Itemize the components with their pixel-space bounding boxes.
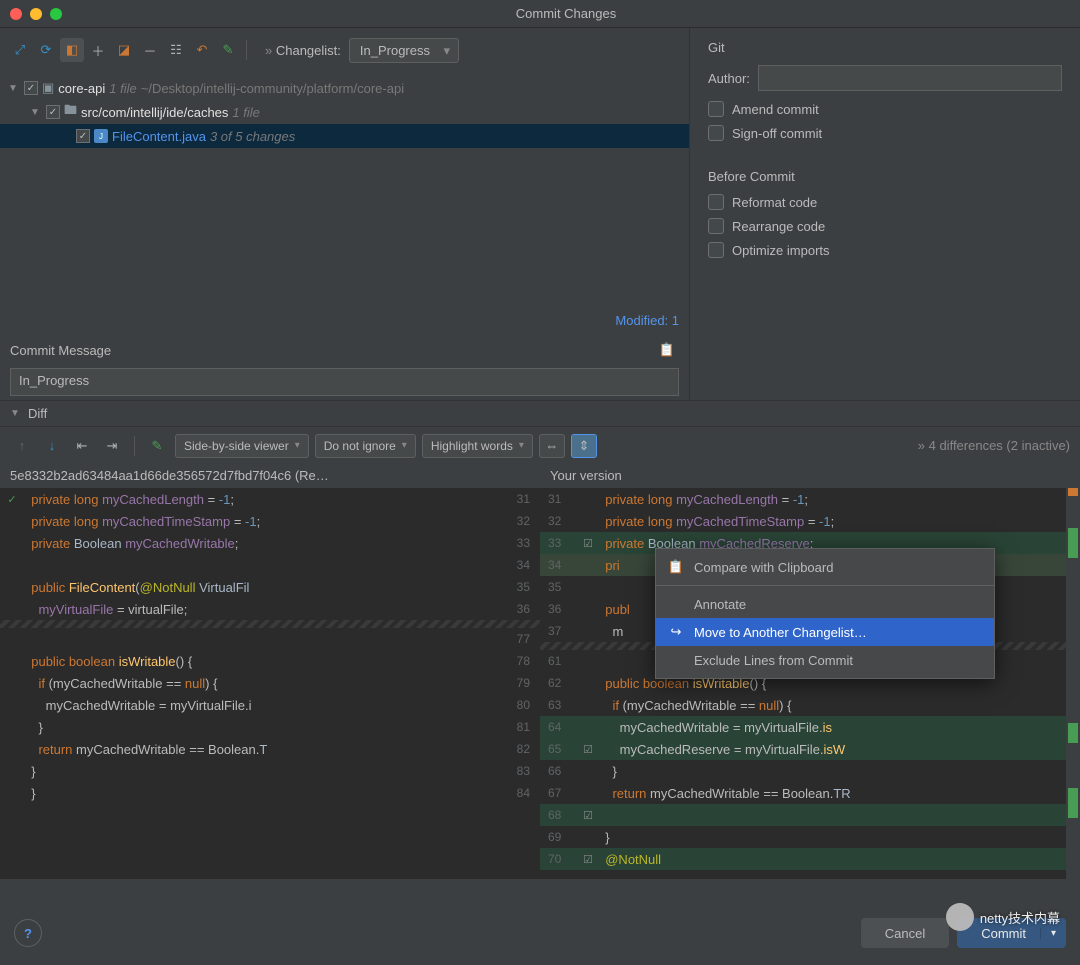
exclude-lines-item[interactable]: Exclude Lines from Commit xyxy=(656,646,994,674)
checkbox[interactable] xyxy=(708,125,724,141)
right-code[interactable]: 📋 Compare with Clipboard Annotate ↪ Move… xyxy=(540,488,1080,879)
group-icon[interactable]: ☷ xyxy=(164,38,188,62)
viewer-dropdown[interactable]: Side-by-side viewer xyxy=(175,434,309,458)
changelist-icon[interactable]: ◪ xyxy=(112,38,136,62)
java-file-icon: J xyxy=(94,129,108,143)
unknown-icon[interactable]: ◧ xyxy=(60,38,84,62)
file-info: 3 of 5 changes xyxy=(210,129,295,144)
refresh-icon[interactable]: ⟳ xyxy=(34,38,58,62)
remove-icon[interactable]: － xyxy=(138,38,162,62)
left-pane-title: 5e8332b2ad63484aa1d66de356572d7fbd7f04c6… xyxy=(0,464,540,488)
expand-icon[interactable]: ▼ xyxy=(30,107,42,118)
context-menu: 📋 Compare with Clipboard Annotate ↪ Move… xyxy=(655,548,995,679)
diff-toolbar: ↑ ↓ ⇤ ⇥ ✎ Side-by-side viewer Do not ign… xyxy=(0,426,1080,464)
checkbox[interactable] xyxy=(708,242,724,258)
move-changelist-item[interactable]: ↪ Move to Another Changelist… xyxy=(656,618,994,646)
changes-toolbar: ⤢ ⟳ ◧ ＋ ◪ － ☷ ↶ ✎ Changelist: In_Progres… xyxy=(0,28,689,72)
wechat-icon xyxy=(946,903,974,931)
left-pane: 5e8332b2ad63484aa1d66de356572d7fbd7f04c6… xyxy=(0,464,540,879)
help-button[interactable]: ? xyxy=(14,919,42,947)
next-change-icon[interactable]: ↓ xyxy=(40,434,64,458)
titlebar: Commit Changes xyxy=(0,0,1080,28)
module-path: ~/Desktop/intellij-community/platform/co… xyxy=(141,81,404,96)
options-panel: Git Author: Amend commit Sign-off commit… xyxy=(690,28,1080,400)
changelist-dropdown[interactable]: In_Progress xyxy=(349,38,459,63)
window-title: Commit Changes xyxy=(62,6,1070,21)
rollback-icon[interactable]: ↶ xyxy=(190,38,214,62)
cancel-button[interactable]: Cancel xyxy=(861,918,949,948)
tree-status: Modified: 1 xyxy=(0,309,689,332)
collapse-icon[interactable]: ▼ xyxy=(10,408,22,419)
git-section-header: Git xyxy=(708,40,1062,55)
prev-change-icon[interactable]: ↑ xyxy=(10,434,34,458)
history-icon[interactable]: 📋 xyxy=(655,338,679,362)
folder-icon: 🖿 xyxy=(64,101,77,123)
diff-label: Diff xyxy=(28,406,47,421)
sync-scroll-button[interactable]: ⇕ xyxy=(571,434,597,458)
edit-icon[interactable]: ✎ xyxy=(145,434,169,458)
collapse-unchanged-button[interactable]: ⇔ xyxy=(539,434,565,458)
file-name: FileContent.java xyxy=(112,129,206,144)
diff-header[interactable]: ▼ Diff xyxy=(0,400,1080,426)
left-code[interactable]: ✓ private long myCachedLength = -1;31 pr… xyxy=(0,488,540,879)
checkbox[interactable] xyxy=(708,218,724,234)
diff-status: 4 differences (2 inactive) xyxy=(918,438,1070,453)
expand-icon[interactable]: ▼ xyxy=(8,83,20,94)
changes-tree[interactable]: ▼ ✓ ▣ core-api 1 file ~/Desktop/intellij… xyxy=(0,72,689,309)
watermark: netty技术内幕 xyxy=(946,903,1060,931)
checkbox[interactable]: ✓ xyxy=(46,105,60,119)
show-diff-icon[interactable]: ⤢ xyxy=(8,38,32,62)
checkbox[interactable]: ✓ xyxy=(76,129,90,143)
right-pane-title: Your version xyxy=(540,464,1080,488)
checkbox[interactable]: ✓ xyxy=(24,81,38,95)
folder-name: src/com/intellij/ide/caches xyxy=(81,105,228,120)
commit-message-input[interactable]: In_Progress xyxy=(10,368,679,396)
clipboard-icon: 📋 xyxy=(668,559,684,575)
amend-option[interactable]: Amend commit xyxy=(708,101,1062,117)
rearrange-option[interactable]: Rearrange code xyxy=(708,218,1062,234)
diff-panes: 5e8332b2ad63484aa1d66de356572d7fbd7f04c6… xyxy=(0,464,1080,879)
next-file-icon[interactable]: ⇥ xyxy=(100,434,124,458)
move-icon: ↪ xyxy=(668,624,684,640)
highlight-dropdown[interactable]: Highlight words xyxy=(422,434,533,458)
changelist-label: Changelist: xyxy=(265,43,341,58)
before-commit-header: Before Commit xyxy=(708,169,1062,184)
history-icon[interactable]: ✎ xyxy=(216,38,240,62)
tree-file-row[interactable]: ✓ J FileContent.java 3 of 5 changes xyxy=(0,124,689,148)
module-icon: ▣ xyxy=(42,80,54,96)
tree-module-row[interactable]: ▼ ✓ ▣ core-api 1 file ~/Desktop/intellij… xyxy=(0,76,689,100)
ignore-dropdown[interactable]: Do not ignore xyxy=(315,434,416,458)
maximize-window-button[interactable] xyxy=(50,8,62,20)
folder-info: 1 file xyxy=(232,105,259,120)
right-pane: Your version 📋 Compare with Clipboard An… xyxy=(540,464,1080,879)
author-input[interactable] xyxy=(758,65,1062,91)
reformat-option[interactable]: Reformat code xyxy=(708,194,1062,210)
module-name: core-api xyxy=(58,81,105,96)
author-label: Author: xyxy=(708,71,750,86)
checkbox[interactable] xyxy=(708,194,724,210)
dialog-buttons: ? Cancel Commit xyxy=(0,911,1080,955)
module-info: 1 file xyxy=(109,81,136,96)
close-window-button[interactable] xyxy=(10,8,22,20)
minimize-window-button[interactable] xyxy=(30,8,42,20)
signoff-option[interactable]: Sign-off commit xyxy=(708,125,1062,141)
annotate-item[interactable]: Annotate xyxy=(656,590,994,618)
optimize-option[interactable]: Optimize imports xyxy=(708,242,1062,258)
checkbox[interactable] xyxy=(708,101,724,117)
compare-clipboard-item[interactable]: 📋 Compare with Clipboard xyxy=(656,553,994,581)
tree-folder-row[interactable]: ▼ ✓ 🖿 src/com/intellij/ide/caches 1 file xyxy=(0,100,689,124)
prev-file-icon[interactable]: ⇤ xyxy=(70,434,94,458)
traffic-lights xyxy=(10,8,62,20)
commit-message-label: Commit Message xyxy=(10,343,111,358)
add-icon[interactable]: ＋ xyxy=(86,38,110,62)
